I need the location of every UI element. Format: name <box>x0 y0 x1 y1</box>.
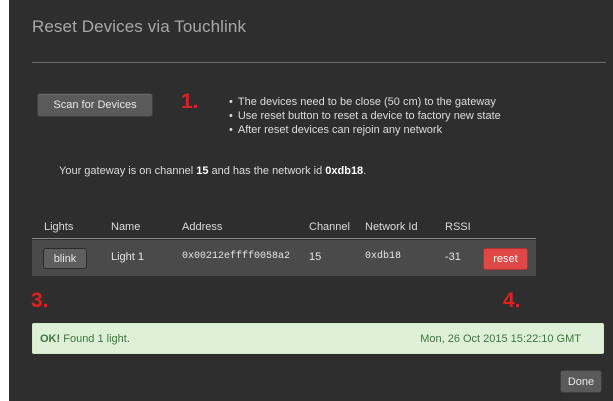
title-divider <box>32 62 606 63</box>
status-ok-label: OK! <box>40 333 61 345</box>
gateway-info-suffix: . <box>363 165 367 177</box>
scan-for-devices-button[interactable]: Scan for Devices <box>37 93 153 117</box>
status-message: OK! Found 1 light. <box>40 333 130 345</box>
instruction-item: Use reset button to reset a device to fa… <box>229 109 501 123</box>
device-name: Light 1 <box>111 251 145 263</box>
column-lights: Lights <box>44 221 74 233</box>
device-network-id: 0xdb18 <box>365 251 402 262</box>
blink-button[interactable]: blink <box>43 248 87 269</box>
status-alert: OK! Found 1 light. Mon, 26 Oct 2015 15:2… <box>32 323 604 354</box>
column-address: Address <box>182 221 223 233</box>
step-4-marker: 4. <box>503 289 521 312</box>
instruction-item: After reset devices can rejoin any netwo… <box>229 123 501 137</box>
gateway-network-id: 0xdb18 <box>325 165 364 177</box>
status-text: Found 1 light. <box>63 333 130 345</box>
device-channel: 15 <box>309 251 322 263</box>
done-button[interactable]: Done <box>560 370 602 393</box>
dialog-title: Reset Devices via Touchlink <box>32 17 247 36</box>
devices-table-header: Lights Name Address Channel Network Id R… <box>32 216 536 239</box>
instruction-item: The devices need to be close (50 cm) to … <box>229 95 501 109</box>
gateway-info-prefix: Your gateway is on channel <box>59 165 194 177</box>
instructions-list: The devices need to be close (50 cm) to … <box>229 95 501 137</box>
column-channel: Channel <box>309 221 350 233</box>
status-timestamp: Mon, 26 Oct 2015 15:22:10 GMT <box>420 333 581 345</box>
step-3-marker: 3. <box>31 289 49 312</box>
column-rssi: RSSI <box>445 221 471 233</box>
step-1-marker: 1. <box>181 90 199 113</box>
column-name: Name <box>111 221 141 233</box>
column-network-id: Network Id <box>365 221 418 233</box>
gateway-channel: 15 <box>196 165 209 177</box>
device-address: 0x00212effff0058a2 <box>182 251 291 262</box>
touchlink-dialog: Reset Devices via Touchlink Scan for Dev… <box>9 0 613 401</box>
gateway-info-middle: and has the network id <box>211 165 323 177</box>
table-row: blink Light 1 0x00212effff0058a2 15 0xdb… <box>32 240 536 276</box>
device-rssi: -31 <box>445 251 461 263</box>
gateway-info: Your gateway is on channel 15 and has th… <box>59 165 366 177</box>
reset-button[interactable]: reset <box>483 248 528 270</box>
